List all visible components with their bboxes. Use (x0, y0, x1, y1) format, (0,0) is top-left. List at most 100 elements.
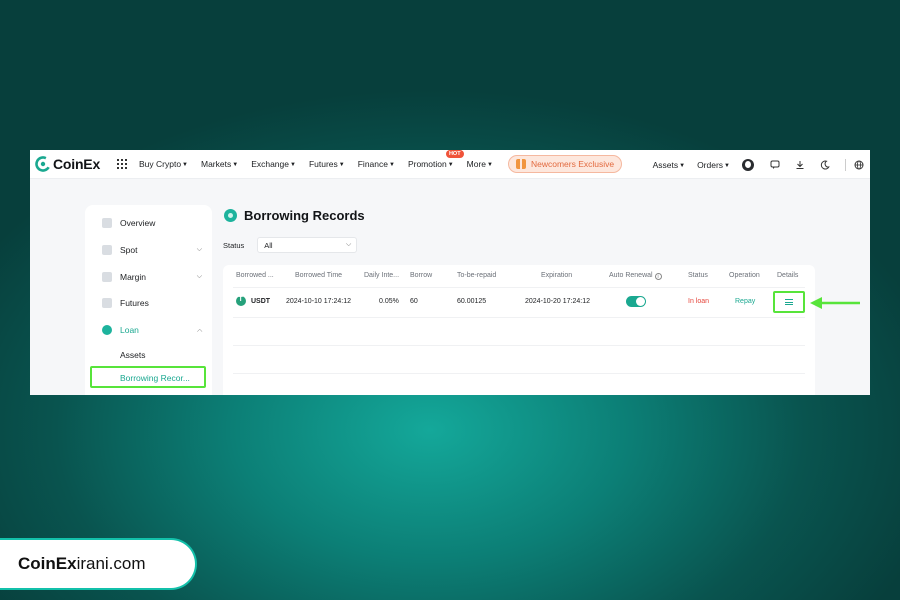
status-filter: Status All ⌵ (223, 237, 358, 253)
logo-text: CoinEx (53, 156, 101, 172)
cell-expiration: 2024-10-20 17:24:12 (525, 298, 590, 305)
repay-link[interactable]: Repay (735, 298, 755, 305)
sidebar-item-spot[interactable]: Spot ⌵ (102, 243, 202, 257)
download-icon[interactable] (795, 160, 805, 170)
caret-down-icon: ▼ (447, 162, 454, 168)
sidebar-subitem-assets[interactable]: Assets (120, 350, 146, 360)
caret-down-icon: ▼ (290, 162, 296, 168)
top-nav: CoinEx Buy Crypto▼ Markets▼ Exchange▼ Fu… (30, 150, 870, 179)
nav-more[interactable]: More▼ (467, 159, 493, 169)
header-divider (233, 287, 805, 288)
sidebar-item-futures[interactable]: Futures (102, 296, 202, 310)
details-list-icon (785, 299, 793, 305)
caret-down-icon: ▼ (724, 162, 730, 169)
nav-promotion[interactable]: Promotion▼ HOT (407, 150, 464, 169)
nav-label: Exchange (251, 159, 289, 169)
sidebar-item-loan[interactable]: Loan ⌵ (102, 323, 202, 337)
sidebar-item-overview[interactable]: Overview (102, 216, 202, 230)
nav-assets[interactable]: Assets▼ (653, 160, 685, 170)
screenshot-panel: CoinEx Buy Crypto▼ Markets▼ Exchange▼ Fu… (30, 150, 870, 395)
cell-borrow: 60 (410, 298, 418, 305)
nav-finance[interactable]: Finance▼ (358, 159, 395, 169)
column-header: To-be-repaid (457, 272, 497, 279)
info-icon[interactable]: i (654, 273, 662, 280)
nav-label: Markets (201, 159, 232, 169)
sidebar-item-label: Loan (120, 325, 139, 335)
nav-right: Assets▼ Orders▼ (653, 150, 870, 179)
apps-grid-icon[interactable] (117, 159, 127, 169)
nav-orders[interactable]: Orders▼ (697, 160, 730, 170)
column-header: Operation (729, 272, 760, 279)
nav-label: Buy Crypto (139, 159, 182, 169)
sidebar-item-margin[interactable]: Margin ⌵ (102, 270, 202, 284)
nav-label: Futures (308, 159, 338, 169)
caret-down-icon: ▼ (338, 162, 345, 168)
chevron-up-icon: ⌵ (196, 327, 202, 334)
coinex-logo-icon (35, 156, 51, 172)
chevron-down-icon: ⌵ (196, 273, 202, 280)
borrowing-records-table: Borrowed ... Borrowed Time Daily Inte...… (223, 265, 815, 395)
nav-label: Assets (652, 159, 679, 170)
sidebar-item-label: Futures (120, 298, 149, 308)
status-select-value: All (264, 240, 273, 250)
newcomers-exclusive-button[interactable]: Newcomers Exclusive (507, 155, 623, 173)
gift-icon (515, 159, 526, 169)
cell-status: In loan (688, 298, 710, 305)
caret-down-icon: ▼ (182, 162, 188, 168)
row-divider (233, 373, 805, 374)
nav-label: Finance (357, 159, 388, 169)
sidebar-item-label: Overview (120, 218, 156, 228)
nav-futures[interactable]: Futures▼ (309, 159, 345, 169)
cell-to-be-repaid: 60.00125 (457, 298, 487, 305)
usdt-coin-icon (236, 296, 246, 306)
column-header: Expiration (541, 272, 573, 279)
chevron-down-icon: ⌵ (345, 241, 352, 248)
spot-icon (102, 245, 112, 255)
green-arrow-icon (810, 297, 860, 309)
sidebar-item-label: Margin (120, 272, 146, 282)
column-header: Borrowed ... (236, 272, 274, 279)
row-divider (233, 345, 805, 346)
globe-icon[interactable] (854, 160, 864, 170)
nav-label: More (466, 159, 487, 169)
message-icon[interactable] (770, 160, 780, 170)
sidebar-item-label: Spot (120, 245, 138, 255)
column-header: Borrow (410, 272, 433, 279)
cell-daily-interest: 0.05% (379, 298, 399, 305)
details-highlight-box[interactable] (773, 291, 805, 313)
sidebar-highlight-box (90, 366, 206, 388)
coinex-logo[interactable]: CoinEx (35, 156, 115, 172)
futures-icon (102, 298, 112, 308)
overview-icon (102, 218, 112, 228)
nav-label: Orders (697, 159, 724, 170)
auto-renewal-toggle[interactable] (626, 296, 646, 307)
nav-buy-crypto[interactable]: Buy Crypto▼ (139, 159, 188, 169)
nav-markets[interactable]: Markets▼ (201, 159, 238, 169)
cell-coin: USDT (251, 298, 271, 305)
status-filter-label: Status (223, 240, 245, 250)
chevron-down-icon: ⌵ (196, 246, 202, 253)
hot-badge: HOT (445, 150, 464, 158)
page-title: Borrowing Records (224, 208, 365, 223)
avatar-icon[interactable] (742, 158, 754, 171)
newcomers-label: Newcomers Exclusive (530, 159, 615, 169)
column-header: Status (688, 272, 708, 279)
caret-down-icon: ▼ (679, 162, 686, 169)
status-select[interactable]: All ⌵ (257, 237, 358, 253)
column-header-auto-renewal: Auto Renewal i (609, 272, 662, 280)
brand-rest-text: irani.com (76, 554, 146, 573)
loan-icon (102, 325, 112, 335)
margin-icon (102, 272, 112, 282)
nav-exchange[interactable]: Exchange▼ (251, 159, 296, 169)
caret-down-icon: ▼ (487, 162, 493, 168)
borrowing-records-icon (224, 209, 237, 222)
page-title-text: Borrowing Records (244, 208, 365, 223)
coinexirani-brand-badge: CoinEx irani.com (0, 538, 197, 590)
column-header: Borrowed Time (295, 272, 343, 279)
moon-icon[interactable] (820, 160, 830, 170)
cell-borrowed-time: 2024-10-10 17:24:12 (286, 298, 351, 305)
nav-label: Promotion (407, 159, 447, 169)
column-header: Daily Inte... (364, 272, 400, 279)
column-header: Details (777, 272, 799, 279)
column-header: Auto Renewal (609, 272, 653, 279)
